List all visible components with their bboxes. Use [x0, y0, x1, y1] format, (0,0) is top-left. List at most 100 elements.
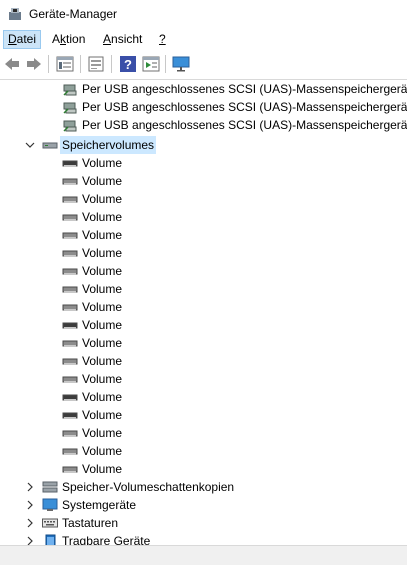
tree-item-volume[interactable]: Volume: [0, 244, 407, 262]
tree-item-volume[interactable]: Volume: [0, 172, 407, 190]
tree-item-volume[interactable]: Volume: [0, 406, 407, 424]
volume-drive-icon: [62, 232, 78, 239]
tree-item-label: Per USB angeschlossenes SCSI (UAS)-Masse…: [82, 118, 407, 132]
svg-text:?: ?: [124, 57, 132, 72]
menu-datei-label: Datei: [8, 32, 37, 46]
volume-drive-icon: [62, 430, 78, 437]
usb-storage-device-icon: [63, 102, 77, 114]
tree-item-volume[interactable]: Volume: [0, 352, 407, 370]
tree-category-label: Tragbare Geräte: [62, 534, 151, 545]
monitor-icon[interactable]: [172, 56, 190, 72]
tree-category-label: Tastaturen: [62, 516, 119, 530]
tree-item-volume[interactable]: Volume: [0, 226, 407, 244]
tree-item-volume[interactable]: Volume: [0, 316, 407, 334]
chevron-right-icon[interactable]: [24, 496, 36, 514]
volume-drive-icon: [62, 448, 78, 455]
tree-item-label: Volume: [82, 210, 123, 224]
tree-item-volume[interactable]: Volume: [0, 154, 407, 172]
menu-aktion[interactable]: Aktion: [48, 31, 89, 48]
storage-shadow-copy-icon: [42, 481, 58, 493]
back-arrow-icon[interactable]: [3, 56, 21, 72]
tree-item-volume[interactable]: Volume: [0, 460, 407, 478]
volume-drive-icon: [62, 466, 78, 473]
menu-ansicht[interactable]: Ansicht: [99, 31, 146, 48]
tree-item-volume[interactable]: Volume: [0, 190, 407, 208]
tree-item-label: Volume: [82, 264, 123, 278]
toolbar-separator: [111, 55, 112, 73]
tree-category-tastaturen[interactable]: Tastaturen: [0, 514, 407, 532]
menu-help[interactable]: ?: [155, 31, 170, 48]
tree-item-usb-device[interactable]: Per USB angeschlossenes SCSI (UAS)-Masse…: [0, 116, 407, 134]
volume-drive-icon: [62, 196, 78, 203]
tree-item-label: Volume: [82, 354, 123, 368]
menu-help-label: ?: [159, 32, 166, 46]
menu-aktion-label: Aktion: [52, 32, 86, 46]
tree-item-label: Volume: [82, 246, 123, 260]
tree-item-label: Volume: [82, 444, 123, 458]
tree-item-label: Volume: [82, 390, 123, 404]
volume-drive-icon: [62, 394, 78, 401]
tree-item-label: Per USB angeschlossenes SCSI (UAS)-Masse…: [82, 100, 407, 114]
tree-item-label: Volume: [82, 156, 123, 170]
tree-item-label: Volume: [82, 192, 123, 206]
tree-category-label: Speichervolumes: [60, 136, 157, 154]
tree-item-usb-device[interactable]: Per USB angeschlossenes SCSI (UAS)-Masse…: [0, 80, 407, 98]
volume-drive-icon: [62, 322, 78, 329]
tree-item-volume[interactable]: Volume: [0, 280, 407, 298]
properties-icon[interactable]: [56, 56, 74, 72]
tree-item-label: Volume: [82, 300, 123, 314]
keyboard-icon: [42, 518, 58, 528]
tree-item-volume[interactable]: Volume: [0, 442, 407, 460]
tree-item-label: Volume: [82, 228, 123, 242]
device-tree: Per USB angeschlossenes SCSI (UAS)-Masse…: [0, 80, 407, 545]
tree-item-usb-device[interactable]: Per USB angeschlossenes SCSI (UAS)-Masse…: [0, 98, 407, 116]
volume-drive-icon: [62, 214, 78, 221]
tree-category-speichervolumes[interactable]: Speichervolumes: [0, 136, 407, 154]
tree-item-label: Volume: [82, 318, 123, 332]
tree-item-volume[interactable]: Volume: [0, 334, 407, 352]
tree-item-volume[interactable]: Volume: [0, 298, 407, 316]
volume-drive-icon: [62, 160, 78, 167]
title-bar: Geräte-Manager: [0, 0, 407, 29]
usb-storage-device-icon: [63, 84, 77, 96]
portable-device-icon: [45, 534, 56, 545]
volume-drive-icon: [62, 340, 78, 347]
tree-item-label: Volume: [82, 426, 123, 440]
tree-item-label: Volume: [82, 174, 123, 188]
volume-drive-icon: [62, 178, 78, 185]
window-title: Geräte-Manager: [29, 7, 118, 21]
help-icon[interactable]: ?: [119, 56, 137, 72]
tree-item-volume[interactable]: Volume: [0, 388, 407, 406]
driver-update-icon[interactable]: [87, 56, 105, 72]
chevron-right-icon[interactable]: [24, 514, 36, 532]
menu-datei[interactable]: Datei: [3, 30, 42, 49]
status-bar: [0, 545, 407, 565]
toolbar-separator: [48, 55, 49, 73]
tree-item-label: Per USB angeschlossenes SCSI (UAS)-Masse…: [82, 82, 407, 96]
tree-category-label: Speicher-Volumeschattenkopien: [62, 480, 235, 494]
tree-category-tragbare-geraete[interactable]: Tragbare Geräte: [0, 532, 407, 545]
volume-drive-icon: [62, 286, 78, 293]
volume-drive-icon: [62, 376, 78, 383]
menu-bar: Datei Aktion Ansicht ?: [0, 29, 407, 49]
tree-item-volume[interactable]: Volume: [0, 424, 407, 442]
show-hidden-icon[interactable]: [142, 56, 160, 72]
volume-drive-icon: [62, 250, 78, 257]
forward-arrow-icon[interactable]: [25, 56, 43, 72]
volume-drive-icon: [62, 304, 78, 311]
tree-category-volumeschattenkopien[interactable]: Speicher-Volumeschattenkopien: [0, 478, 407, 496]
chevron-down-icon[interactable]: [24, 136, 36, 154]
tree-category-systemgeraete[interactable]: Systemgeräte: [0, 496, 407, 514]
tree-item-volume[interactable]: Volume: [0, 262, 407, 280]
tree-item-volume[interactable]: Volume: [0, 208, 407, 226]
toolbar-separator: [80, 55, 81, 73]
chevron-right-icon[interactable]: [24, 478, 36, 496]
system-devices-icon: [42, 498, 58, 511]
tree-item-label: Volume: [82, 282, 123, 296]
menu-ansicht-label: Ansicht: [103, 32, 143, 46]
storage-volumes-icon: [42, 142, 58, 149]
tree-item-label: Volume: [82, 408, 123, 422]
chevron-right-icon[interactable]: [24, 532, 36, 545]
tree-item-volume[interactable]: Volume: [0, 370, 407, 388]
toolbar: ?: [0, 49, 407, 80]
